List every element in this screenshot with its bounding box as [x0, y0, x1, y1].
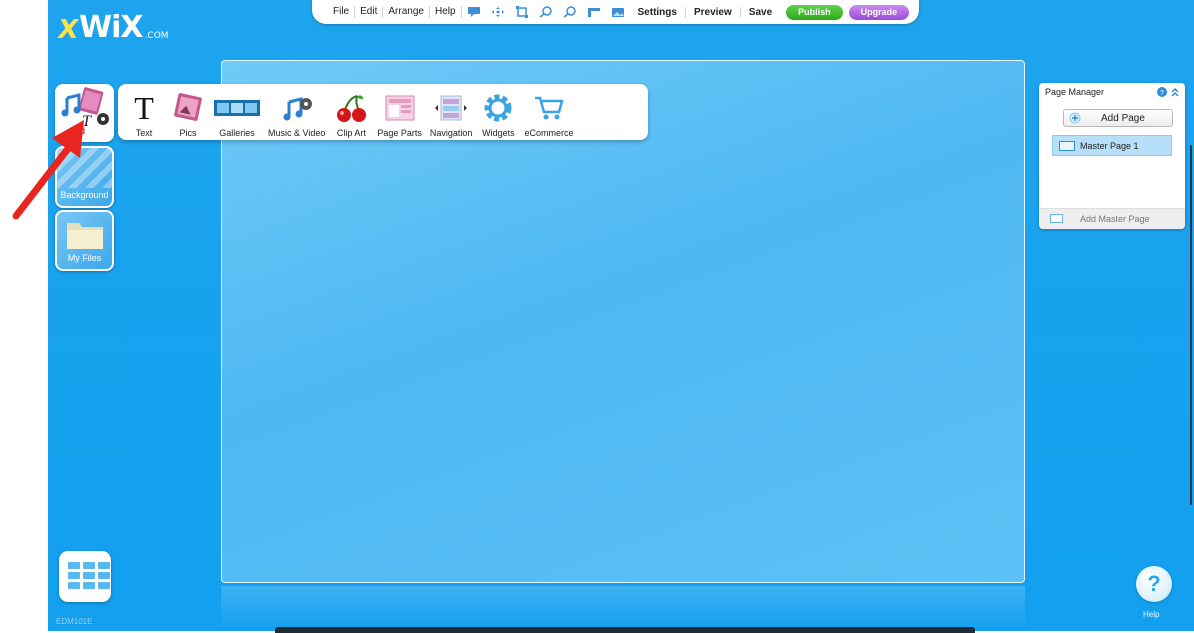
help-glyph: ?	[1147, 571, 1161, 596]
grid-cell-icon	[98, 562, 110, 569]
menu-arrange[interactable]: Arrange	[383, 6, 430, 18]
add-elements-panel: T Text Pics Galleries Music & Video Clip…	[118, 84, 648, 140]
add-text-item[interactable]: T Text	[126, 91, 162, 138]
shopping-cart-icon	[531, 91, 567, 125]
add-page-parts-item[interactable]: Page Parts	[377, 91, 422, 138]
add-master-page-label: Add Master Page	[1080, 214, 1150, 224]
add-music-video-item[interactable]: Music & Video	[268, 91, 325, 138]
add-navigation-item[interactable]: Navigation	[429, 91, 473, 138]
add-galleries-label: Galleries	[219, 128, 255, 138]
grid-cell-icon	[83, 582, 95, 589]
wix-logo: X WiX .COM	[55, 10, 169, 45]
add-widgets-label: Widgets	[482, 128, 515, 138]
pics-icon	[170, 91, 206, 125]
zoom-in-icon[interactable]	[539, 6, 553, 18]
resize-icon[interactable]	[515, 6, 529, 18]
save-button[interactable]: Save	[739, 6, 780, 18]
grid-cell-icon	[98, 582, 110, 589]
wix-x-mark: X	[55, 15, 80, 45]
add-ecommerce-item[interactable]: eCommerce	[524, 91, 573, 138]
add-pics-item[interactable]: Pics	[170, 91, 206, 138]
add-page-icon	[1069, 112, 1081, 124]
page-manager-title: Page Manager	[1045, 87, 1105, 97]
comment-icon[interactable]	[467, 6, 481, 18]
logo-suffix: .COM	[144, 31, 169, 41]
canvas-reflection	[221, 586, 1025, 631]
upgrade-button[interactable]: Upgrade	[848, 4, 910, 20]
menu-file[interactable]: File	[328, 6, 356, 18]
cherry-icon	[333, 91, 369, 125]
grid-cell-icon	[83, 562, 95, 569]
top-toolbar: File Edit Arrange Help Settings Preview …	[312, 0, 920, 24]
add-text-label: Text	[135, 128, 153, 138]
help-label: Help	[1143, 610, 1160, 619]
page-parts-icon	[382, 91, 418, 125]
galleries-icon	[214, 91, 260, 125]
add-clip-art-label: Clip Art	[336, 128, 366, 138]
page-manager-panel: Page Manager ? Add Page Master Page 1 Ad…	[1039, 83, 1185, 229]
bottom-scrollbar[interactable]	[275, 627, 975, 633]
ruler-icon[interactable]	[587, 6, 601, 18]
edm-code: EDM101E	[56, 617, 93, 626]
preview-button[interactable]: Preview	[684, 6, 740, 18]
logo-text: WiX	[79, 10, 144, 45]
grid-toggle-button[interactable]	[59, 551, 111, 602]
add-page-parts-label: Page Parts	[377, 128, 422, 138]
my-files-rail-label: My Files	[67, 253, 102, 263]
add-master-page-button[interactable]: Add Master Page	[1039, 208, 1185, 229]
publish-button[interactable]: Publish	[786, 4, 843, 20]
add-page-button[interactable]: Add Page	[1063, 109, 1173, 127]
svg-text:?: ?	[1160, 90, 1164, 97]
gear-icon	[480, 91, 516, 125]
red-arrow-annotation	[12, 120, 84, 220]
add-page-label: Add Page	[1101, 112, 1145, 124]
add-widgets-item[interactable]: Widgets	[480, 91, 516, 138]
grid-cell-icon	[68, 562, 80, 569]
grid-cell-icon	[83, 572, 95, 579]
zoom-out-icon[interactable]	[563, 6, 577, 18]
help-button[interactable]: ?	[1136, 566, 1172, 602]
add-ecommerce-label: eCommerce	[524, 128, 574, 138]
image-icon[interactable]	[611, 6, 625, 18]
music-video-icon	[279, 91, 315, 125]
move-icon[interactable]	[491, 6, 505, 18]
menu-edit[interactable]: Edit	[355, 6, 384, 18]
grid-cell-icon	[98, 572, 110, 579]
page-icon	[1059, 140, 1075, 151]
master-page-icon	[1050, 214, 1063, 223]
help-icon[interactable]: ?	[1157, 87, 1167, 97]
text-icon: T	[134, 90, 154, 126]
collapse-icon[interactable]	[1171, 87, 1179, 97]
add-music-video-label: Music & Video	[268, 128, 326, 138]
page-list-item[interactable]: Master Page 1	[1052, 135, 1172, 156]
navigation-icon	[433, 91, 469, 125]
window-edge	[1190, 145, 1192, 505]
grid-cell-icon	[68, 572, 80, 579]
add-galleries-item[interactable]: Galleries	[214, 91, 260, 138]
grid-cell-icon	[68, 582, 80, 589]
page-list-item-label: Master Page 1	[1080, 140, 1139, 151]
add-clip-art-item[interactable]: Clip Art	[333, 91, 369, 138]
settings-button[interactable]: Settings	[630, 7, 685, 18]
menu-help[interactable]: Help	[430, 6, 462, 18]
add-navigation-label: Navigation	[429, 128, 473, 138]
page-manager-header: Page Manager ?	[1039, 83, 1185, 101]
add-pics-label: Pics	[179, 128, 197, 138]
